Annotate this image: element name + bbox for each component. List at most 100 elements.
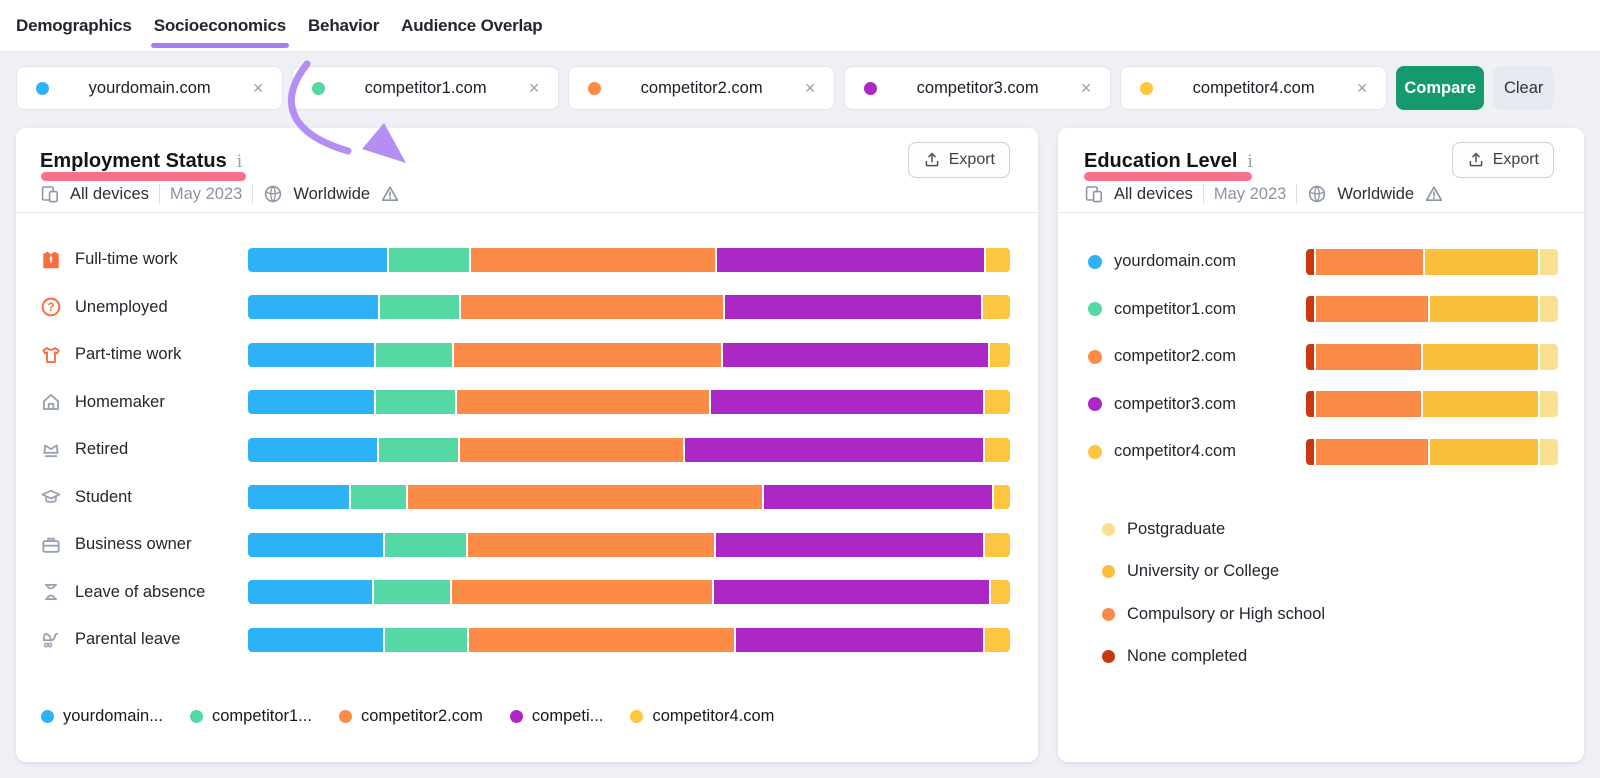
bar-segment[interactable] (460, 438, 682, 462)
legend-item[interactable]: competitor2.com (339, 707, 483, 726)
bar-segment[interactable] (711, 390, 983, 414)
bar-segment[interactable] (376, 390, 455, 414)
remove-domain-icon[interactable]: ✕ (526, 78, 542, 99)
education-stacked-bar[interactable] (1306, 344, 1558, 370)
bar-segment[interactable] (471, 248, 715, 272)
bar-segment[interactable] (985, 438, 1010, 462)
remove-domain-icon[interactable]: ✕ (1078, 78, 1094, 99)
employment-stacked-bar[interactable] (248, 343, 1010, 367)
bar-segment[interactable] (248, 485, 349, 509)
bar-segment[interactable] (457, 390, 709, 414)
bar-segment[interactable] (717, 248, 984, 272)
bar-segment[interactable] (1316, 344, 1422, 370)
warning-icon[interactable] (380, 184, 400, 204)
education-stacked-bar[interactable] (1306, 439, 1558, 465)
bar-segment[interactable] (376, 343, 452, 367)
employment-stacked-bar[interactable] (248, 533, 1010, 557)
bar-segment[interactable] (725, 295, 981, 319)
bar-segment[interactable] (452, 580, 712, 604)
tab-demographics[interactable]: Demographics (16, 0, 132, 51)
legend-item[interactable]: Compulsory or High school (1102, 593, 1325, 636)
bar-segment[interactable] (994, 485, 1010, 509)
domain-chip[interactable]: competitor4.com✕ (1120, 66, 1387, 110)
bar-segment[interactable] (685, 438, 984, 462)
remove-domain-icon[interactable]: ✕ (250, 78, 266, 99)
bar-segment[interactable] (714, 580, 989, 604)
bar-segment[interactable] (389, 248, 469, 272)
bar-segment[interactable] (454, 343, 721, 367)
bar-segment[interactable] (985, 628, 1010, 652)
bar-segment[interactable] (248, 295, 378, 319)
domain-chip[interactable]: competitor2.com✕ (568, 66, 835, 110)
bar-segment[interactable] (1540, 249, 1558, 275)
bar-segment[interactable] (1306, 391, 1314, 417)
bar-segment[interactable] (374, 580, 450, 604)
bar-segment[interactable] (385, 533, 466, 557)
bar-segment[interactable] (380, 295, 459, 319)
legend-item[interactable]: competi... (510, 707, 604, 726)
bar-segment[interactable] (248, 343, 374, 367)
bar-segment[interactable] (1540, 439, 1558, 465)
domain-chip[interactable]: competitor3.com✕ (844, 66, 1111, 110)
employment-stacked-bar[interactable] (248, 580, 1010, 604)
bar-segment[interactable] (716, 533, 983, 557)
bar-segment[interactable] (723, 343, 988, 367)
bar-segment[interactable] (991, 580, 1010, 604)
bar-segment[interactable] (1423, 391, 1538, 417)
tab-behavior[interactable]: Behavior (308, 0, 379, 51)
bar-segment[interactable] (461, 295, 723, 319)
bar-segment[interactable] (1306, 344, 1314, 370)
employment-stacked-bar[interactable] (248, 485, 1010, 509)
bar-segment[interactable] (248, 248, 387, 272)
bar-segment[interactable] (1306, 296, 1314, 322)
employment-stacked-bar[interactable] (248, 628, 1010, 652)
legend-item[interactable]: competitor1... (190, 707, 312, 726)
bar-segment[interactable] (983, 295, 1010, 319)
clear-button[interactable]: Clear (1493, 66, 1554, 110)
bar-segment[interactable] (248, 580, 372, 604)
bar-segment[interactable] (985, 533, 1010, 557)
employment-stacked-bar[interactable] (248, 438, 1010, 462)
education-stacked-bar[interactable] (1306, 391, 1558, 417)
bar-segment[interactable] (408, 485, 762, 509)
legend-item[interactable]: yourdomain... (41, 707, 163, 726)
bar-segment[interactable] (1430, 439, 1538, 465)
bar-segment[interactable] (736, 628, 983, 652)
warning-icon[interactable] (1424, 184, 1444, 204)
bar-segment[interactable] (1540, 296, 1558, 322)
bar-segment[interactable] (1306, 249, 1314, 275)
tab-socioeconomics[interactable]: Socioeconomics (154, 0, 286, 51)
bar-segment[interactable] (1316, 439, 1428, 465)
employment-stacked-bar[interactable] (248, 390, 1010, 414)
bar-segment[interactable] (379, 438, 458, 462)
remove-domain-icon[interactable]: ✕ (802, 78, 818, 99)
bar-segment[interactable] (1540, 344, 1558, 370)
bar-segment[interactable] (1306, 439, 1314, 465)
bar-segment[interactable] (1425, 249, 1537, 275)
bar-segment[interactable] (1430, 296, 1538, 322)
remove-domain-icon[interactable]: ✕ (1354, 78, 1370, 99)
bar-segment[interactable] (248, 628, 383, 652)
bar-segment[interactable] (248, 438, 377, 462)
bar-segment[interactable] (1423, 344, 1537, 370)
domain-chip[interactable]: competitor1.com✕ (292, 66, 559, 110)
education-stacked-bar[interactable] (1306, 296, 1558, 322)
info-icon[interactable]: i (237, 152, 242, 172)
info-icon[interactable]: i (1247, 152, 1252, 172)
bar-segment[interactable] (985, 390, 1010, 414)
bar-segment[interactable] (469, 628, 734, 652)
bar-segment[interactable] (1316, 249, 1424, 275)
bar-segment[interactable] (1316, 296, 1428, 322)
employment-stacked-bar[interactable] (248, 295, 1010, 319)
export-button[interactable]: Export (908, 142, 1010, 178)
bar-segment[interactable] (248, 390, 374, 414)
bar-segment[interactable] (351, 485, 406, 509)
legend-item[interactable]: None completed (1102, 636, 1325, 679)
bar-segment[interactable] (385, 628, 467, 652)
bar-segment[interactable] (468, 533, 714, 557)
bar-segment[interactable] (990, 343, 1010, 367)
domain-chip[interactable]: yourdomain.com✕ (16, 66, 283, 110)
bar-segment[interactable] (986, 248, 1010, 272)
employment-stacked-bar[interactable] (248, 248, 1010, 272)
education-stacked-bar[interactable] (1306, 249, 1558, 275)
